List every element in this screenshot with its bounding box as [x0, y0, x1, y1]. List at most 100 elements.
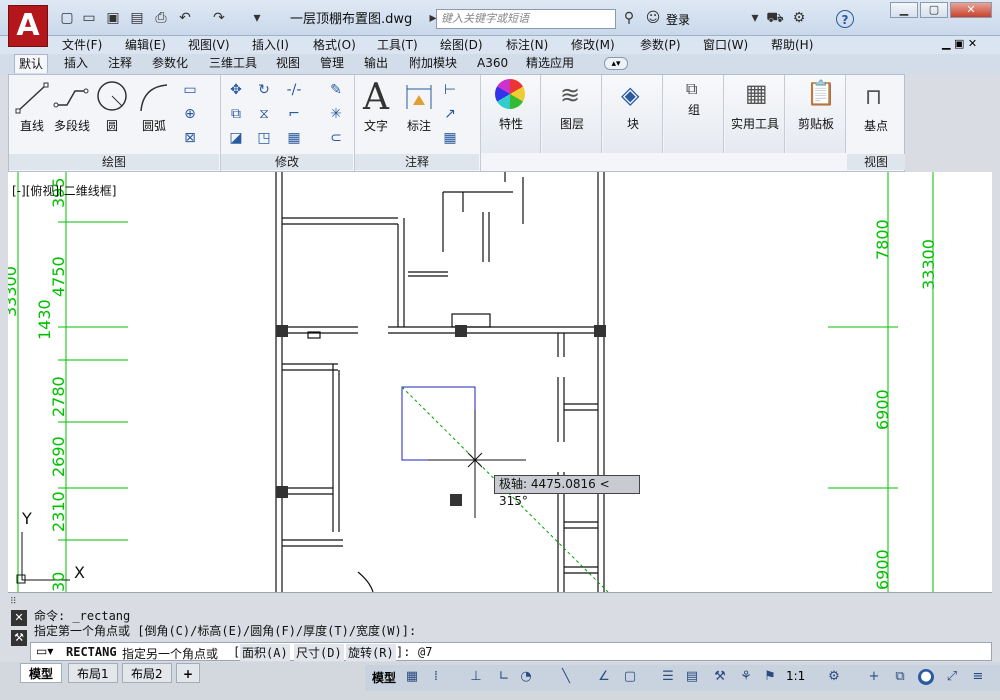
trim-icon[interactable]: -/-	[285, 81, 303, 99]
drawing-canvas[interactable]: 4750 1430 2780 2690 2310 30 395 33300 78…	[8, 172, 992, 592]
group-button[interactable]: ⧉ 组	[664, 75, 724, 153]
isometric-icon[interactable]: ╲	[558, 669, 574, 685]
block-button[interactable]: ◈ 块	[603, 75, 663, 153]
annotation-scale-value[interactable]: 1:1	[786, 669, 805, 683]
login-dropdown-icon[interactable]: ▾	[746, 9, 764, 27]
save-icon[interactable]: ▣	[104, 9, 122, 27]
view-panel-title[interactable]: 视图	[847, 154, 905, 170]
application-menu-button[interactable]: A	[8, 5, 48, 47]
menu-view[interactable]: 视图(V)	[188, 36, 230, 54]
explode-icon[interactable]: ✳	[327, 105, 345, 123]
scale-icon[interactable]: ◳	[255, 129, 273, 147]
open-file-icon[interactable]: ▭	[80, 9, 98, 27]
option-dimensions[interactable]: 尺寸(D)	[294, 644, 344, 661]
text-tool[interactable]: 文字	[361, 117, 391, 134]
array-icon[interactable]: ▦	[285, 129, 303, 147]
menu-file[interactable]: 文件(F)	[62, 36, 102, 54]
dynamic-input-icon[interactable]: ∟	[496, 669, 512, 685]
clean-screen-icon[interactable]: ⤢	[944, 669, 960, 685]
rectangle-icon[interactable]: ▭	[181, 81, 199, 99]
annotation-scale-icon[interactable]: ⚑	[762, 669, 778, 685]
recent-commands-icon[interactable]: ▭▾	[36, 644, 53, 658]
copy-icon[interactable]: ⧉	[227, 105, 245, 123]
close-command-icon[interactable]: ✕	[11, 610, 27, 626]
hardware-acceleration-icon[interactable]: ●	[918, 669, 934, 685]
table-icon[interactable]: ▦	[441, 129, 459, 147]
cart-icon[interactable]: ⛟	[766, 9, 784, 27]
login-button[interactable]: 登录	[666, 11, 690, 28]
dimension-tool[interactable]: 标注	[403, 117, 435, 134]
basepoint-tool[interactable]: 基点	[859, 117, 893, 134]
customize-command-icon[interactable]: ⚒	[11, 630, 27, 646]
grip-icon[interactable]: ⠿	[10, 597, 28, 609]
mirror-icon[interactable]: ⧖	[255, 105, 273, 123]
leader-icon[interactable]: ↗	[441, 105, 459, 123]
menu-tools[interactable]: 工具(T)	[377, 36, 418, 54]
tab-layout1[interactable]: 布局1	[68, 663, 118, 683]
tab-output[interactable]: 输出	[360, 54, 392, 73]
binoculars-icon[interactable]: ⚲	[620, 9, 638, 27]
hatch-icon[interactable]: ⊕	[181, 105, 199, 123]
erase-icon[interactable]: ✎	[327, 81, 345, 99]
lineweight-icon[interactable]: ☰	[660, 669, 676, 685]
model-space-button[interactable]: 模型	[372, 669, 396, 686]
menu-parametric[interactable]: 参数(P)	[640, 36, 681, 54]
undo-icon[interactable]: ↶	[176, 9, 194, 27]
annotation-panel-title[interactable]: 注释	[355, 154, 479, 170]
redo-icon[interactable]: ↷	[210, 9, 228, 27]
new-file-icon[interactable]: ▢	[58, 9, 76, 27]
tab-view[interactable]: 视图	[272, 54, 304, 73]
maximize-button[interactable]: ▢	[920, 2, 948, 18]
arc-tool[interactable]: 圆弧	[137, 117, 171, 134]
annotation-visibility-icon[interactable]: ⚒	[712, 669, 728, 685]
menu-edit[interactable]: 编辑(E)	[125, 36, 166, 54]
tab-default[interactable]: 默认	[14, 54, 49, 73]
menu-help[interactable]: 帮助(H)	[771, 36, 813, 54]
menu-modify[interactable]: 修改(M)	[571, 36, 615, 54]
minimize-button[interactable]: ▁	[890, 2, 918, 18]
draw-panel-title[interactable]: 绘图	[9, 154, 219, 170]
customization-menu-icon[interactable]: ≡	[970, 669, 986, 685]
tab-a360[interactable]: A360	[473, 54, 512, 73]
stretch-icon[interactable]: ◪	[227, 129, 245, 147]
menu-insert[interactable]: 插入(I)	[252, 36, 289, 54]
isolate-objects-icon[interactable]: ⧉	[892, 669, 908, 685]
line-tool[interactable]: 直线	[15, 117, 49, 134]
plus-icon[interactable]: +	[866, 669, 882, 685]
polar-tracking-icon[interactable]: ◔	[518, 669, 534, 685]
close-window-button[interactable]: ✕	[950, 2, 992, 18]
autoscale-icon[interactable]: ⚘	[738, 669, 754, 685]
menu-dimension[interactable]: 标注(N)	[506, 36, 548, 54]
command-input-value[interactable]: @7	[418, 645, 432, 659]
user-icon[interactable]: ☺	[644, 9, 662, 27]
search-input[interactable]: 键入关键字或短语	[436, 9, 616, 29]
tab-model[interactable]: 模型	[20, 663, 63, 683]
add-layout-button[interactable]: +	[176, 663, 201, 683]
properties-button[interactable]: 特性	[481, 75, 541, 153]
move-icon[interactable]: ✥	[227, 81, 245, 99]
tab-insert[interactable]: 插入	[60, 54, 92, 73]
utilities-button[interactable]: ▦ 实用工具	[725, 75, 785, 153]
option-area[interactable]: 面积(A)	[240, 644, 290, 661]
menu-format[interactable]: 格式(O)	[313, 36, 356, 54]
snap-icon[interactable]: ⁞	[428, 669, 444, 685]
clipboard-button[interactable]: 📋 剪贴板	[786, 75, 846, 153]
menu-draw[interactable]: 绘图(D)	[440, 36, 483, 54]
offset-icon[interactable]: ⊂	[327, 129, 345, 147]
infer-constraints-icon[interactable]: ⊥	[468, 669, 484, 685]
circle-tool[interactable]: 圆	[97, 117, 127, 134]
rotate-icon[interactable]: ↻	[255, 81, 273, 99]
tab-featured-apps[interactable]: 精选应用	[522, 54, 578, 73]
tab-manage[interactable]: 管理	[316, 54, 348, 73]
transparency-icon[interactable]: ▤	[684, 669, 700, 685]
doc-window-controls[interactable]: ▁ ▣ ✕	[942, 37, 977, 50]
tab-layout2[interactable]: 布局2	[122, 663, 172, 683]
modify-panel-title[interactable]: 修改	[221, 154, 353, 170]
workspace-gear-icon[interactable]: ⚙	[826, 669, 842, 685]
object-snap-tracking-icon[interactable]: ∠	[596, 669, 612, 685]
polyline-tool[interactable]: 多段线	[51, 117, 93, 134]
grid-icon[interactable]: ▦	[404, 669, 420, 685]
tab-annotate[interactable]: 注释	[104, 54, 136, 73]
ribbon-toggle-icon[interactable]: ▴▾	[604, 57, 628, 70]
layers-button[interactable]: ≋ 图层	[542, 75, 602, 153]
